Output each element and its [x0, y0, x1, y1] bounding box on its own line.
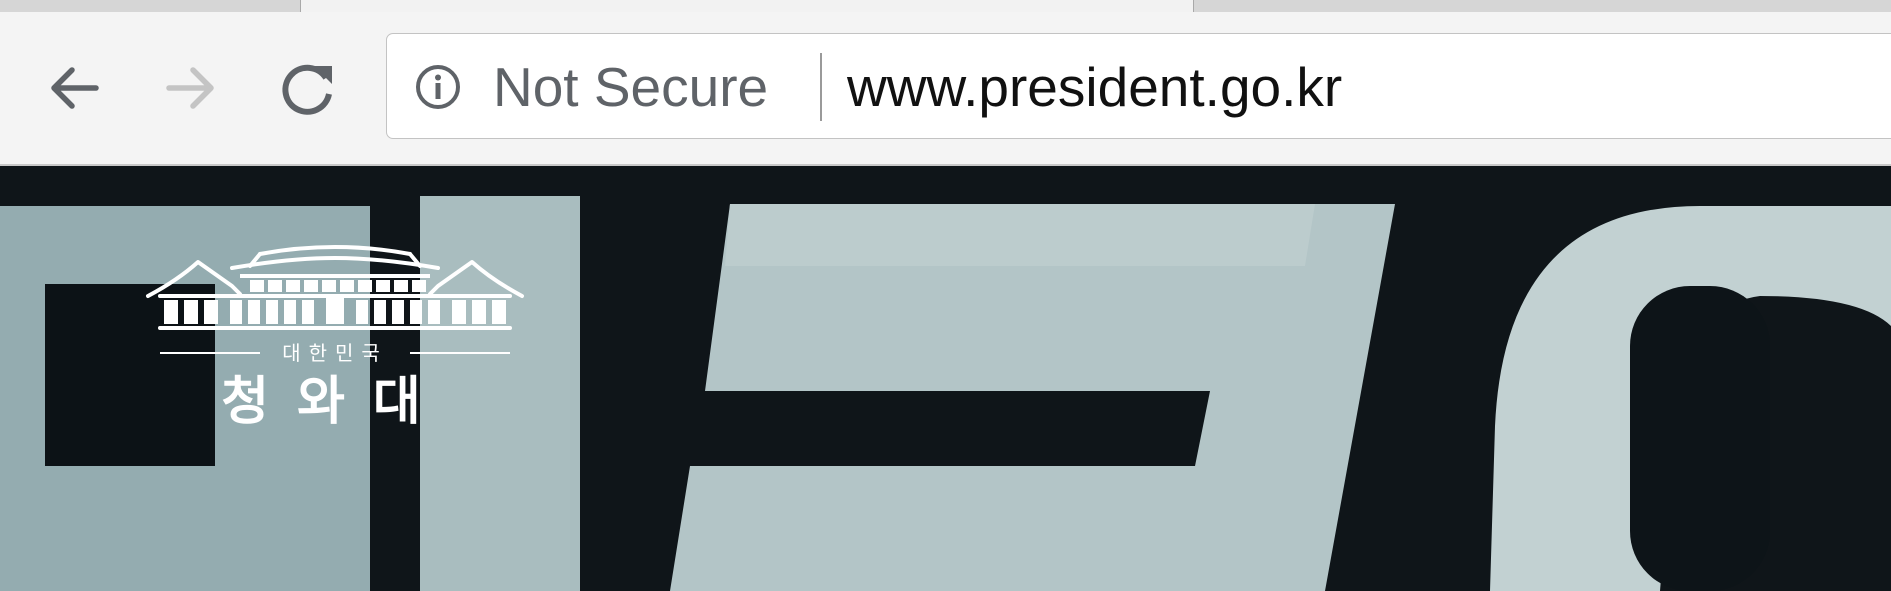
reload-button[interactable] — [272, 52, 344, 124]
address-bar[interactable]: Not Secure www.president.go.kr — [386, 33, 1891, 139]
back-button[interactable] — [38, 52, 110, 124]
logo-title: 청와대 — [221, 371, 449, 432]
palace-logo-icon — [146, 245, 524, 330]
reload-icon — [282, 64, 332, 115]
logo-subtitle: 대한민국 — [282, 341, 388, 365]
arrow-left-icon — [51, 67, 99, 109]
url-text[interactable]: www.president.go.kr — [847, 54, 1342, 120]
forward-button[interactable] — [155, 52, 227, 124]
logo-subtitle-row: 대한민국 — [140, 340, 530, 366]
logo-rule-right — [410, 352, 510, 354]
omnibox-divider — [820, 53, 822, 121]
info-icon[interactable] — [414, 63, 462, 111]
page-viewport: 대한민국 청와대 — [0, 166, 1891, 591]
arrow-right-icon — [166, 67, 214, 109]
site-logo[interactable]: 대한민국 청와대 — [140, 234, 530, 444]
browser-toolbar: Not Secure www.president.go.kr — [0, 12, 1891, 166]
logo-rule-left — [160, 352, 260, 354]
security-status-label[interactable]: Not Secure — [493, 54, 768, 120]
active-tab[interactable] — [300, 0, 1194, 12]
